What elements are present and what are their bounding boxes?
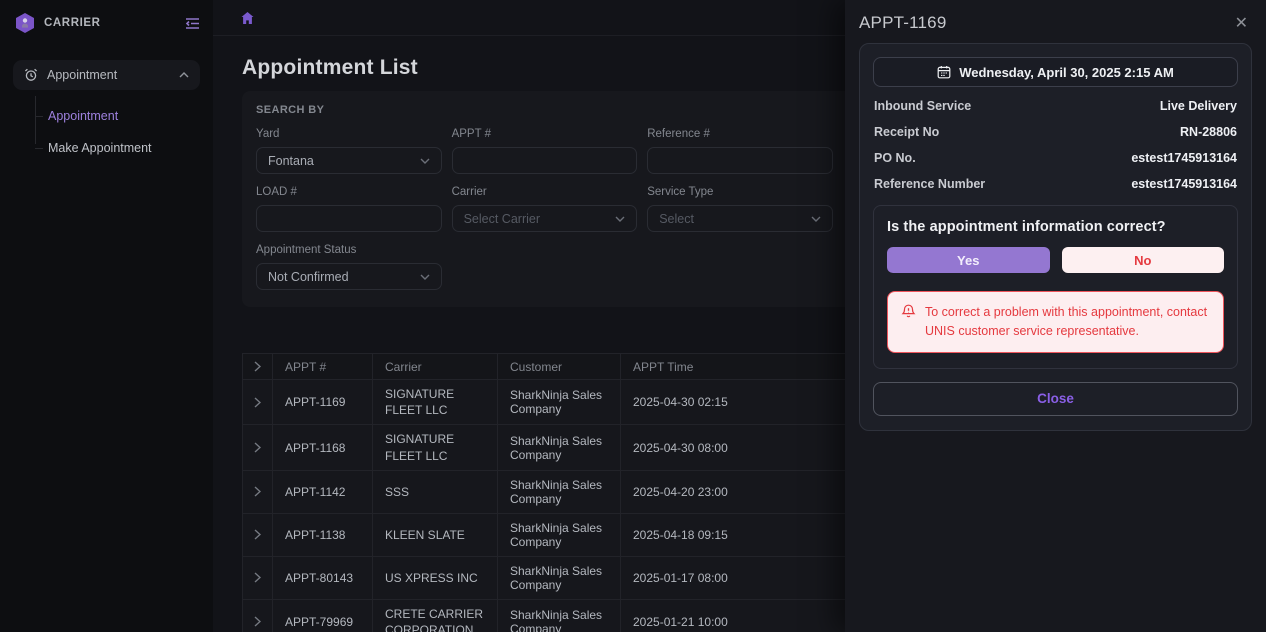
info-value: estest1745913164 bbox=[1131, 177, 1237, 191]
appointment-status-label: Appointment Status bbox=[256, 244, 442, 256]
alert-bell-icon bbox=[901, 303, 916, 319]
cell-carrier: US XPRESS INC bbox=[373, 557, 498, 600]
brand-logo: CARRIER bbox=[13, 11, 101, 35]
yes-button[interactable]: Yes bbox=[887, 247, 1050, 273]
cell-appt-number[interactable]: APPT-79969 bbox=[273, 600, 373, 632]
row-expand-chevron-icon[interactable] bbox=[243, 425, 273, 470]
load-number-label: LOAD # bbox=[256, 186, 442, 198]
cell-appt-number[interactable]: APPT-80143 bbox=[273, 557, 373, 600]
brand-name: CARRIER bbox=[44, 17, 101, 29]
appointment-detail-card: Wednesday, April 30, 2025 2:15 AM Inboun… bbox=[859, 43, 1252, 431]
info-label: Inbound Service bbox=[874, 99, 971, 113]
cell-customer: SharkNinja Sales Company bbox=[498, 557, 621, 600]
info-value: estest1745913164 bbox=[1131, 151, 1237, 165]
carrier-select[interactable]: Select Carrier bbox=[452, 205, 638, 232]
appointment-detail-drawer: APPT-1169 ✕ Wednesday, April 30, 2025 2:… bbox=[845, 0, 1266, 632]
col-appt: APPT # bbox=[273, 354, 373, 380]
appointment-datetime: Wednesday, April 30, 2025 2:15 AM bbox=[959, 65, 1174, 80]
service-type-select[interactable]: Select bbox=[647, 205, 833, 232]
appt-number-label: APPT # bbox=[452, 128, 638, 140]
home-icon[interactable] bbox=[241, 12, 254, 24]
confirmation-question: Is the appointment information correct? bbox=[887, 219, 1224, 235]
cell-appt-number[interactable]: APPT-1169 bbox=[273, 380, 373, 425]
sidebar-subitem-label: Appointment bbox=[48, 109, 118, 123]
warning-text: To correct a problem with this appointme… bbox=[925, 303, 1210, 341]
info-row: Reference Number estest1745913164 bbox=[873, 171, 1238, 197]
cell-appt-number[interactable]: APPT-1142 bbox=[273, 471, 373, 514]
yard-select[interactable]: Fontana bbox=[256, 147, 442, 174]
cell-appt-number[interactable]: APPT-1168 bbox=[273, 425, 373, 470]
sidebar-item-appointment-parent[interactable]: Appointment bbox=[13, 60, 200, 90]
appointment-status-select[interactable]: Not Confirmed bbox=[256, 263, 442, 290]
yard-label: Yard bbox=[256, 128, 442, 140]
info-row: Receipt No RN-28806 bbox=[873, 119, 1238, 145]
confirmation-box: Is the appointment information correct? … bbox=[873, 205, 1238, 369]
sidebar-submenu: Appointment Make Appointment bbox=[35, 100, 200, 164]
info-label: PO No. bbox=[874, 151, 916, 165]
row-expand-chevron-icon[interactable] bbox=[243, 514, 273, 557]
row-expand-chevron-icon[interactable] bbox=[243, 557, 273, 600]
cell-customer: SharkNinja Sales Company bbox=[498, 425, 621, 470]
cell-customer: SharkNinja Sales Company bbox=[498, 380, 621, 425]
row-expand-chevron-icon[interactable] bbox=[243, 600, 273, 632]
row-expand-chevron-icon[interactable] bbox=[243, 471, 273, 514]
info-label: Reference Number bbox=[874, 177, 985, 191]
warning-alert: To correct a problem with this appointme… bbox=[887, 291, 1224, 353]
col-customer: Customer bbox=[498, 354, 621, 380]
close-icon[interactable]: ✕ bbox=[1231, 13, 1252, 33]
close-button[interactable]: Close bbox=[873, 382, 1238, 416]
chevron-down-icon bbox=[420, 158, 430, 164]
cell-appt-number[interactable]: APPT-1138 bbox=[273, 514, 373, 557]
info-value: RN-28806 bbox=[1180, 125, 1237, 139]
sidebar-collapse-icon[interactable] bbox=[185, 17, 200, 30]
cell-customer: SharkNinja Sales Company bbox=[498, 600, 621, 632]
appointment-status-value: Not Confirmed bbox=[268, 270, 349, 284]
calendar-icon bbox=[937, 65, 951, 79]
info-row: Inbound Service Live Delivery bbox=[873, 93, 1238, 119]
carrier-hexagon-logo-icon bbox=[13, 11, 37, 35]
drawer-title: APPT-1169 bbox=[859, 13, 946, 33]
info-row: PO No. estest1745913164 bbox=[873, 145, 1238, 171]
chevron-down-icon bbox=[420, 274, 430, 280]
row-expand-chevron-icon[interactable] bbox=[243, 380, 273, 425]
load-number-input[interactable] bbox=[256, 205, 442, 232]
info-label: Receipt No bbox=[874, 125, 939, 139]
cell-carrier: SSS bbox=[373, 471, 498, 514]
no-button[interactable]: No bbox=[1062, 247, 1225, 273]
appointment-datetime-button[interactable]: Wednesday, April 30, 2025 2:15 AM bbox=[873, 57, 1238, 87]
carrier-label: Carrier bbox=[452, 186, 638, 198]
chevron-down-icon bbox=[811, 216, 821, 222]
appt-number-input[interactable] bbox=[452, 147, 638, 174]
service-type-label: Service Type bbox=[647, 186, 833, 198]
reference-number-input[interactable] bbox=[647, 147, 833, 174]
cell-carrier: SIGNATURE FLEET LLC bbox=[373, 425, 498, 470]
cell-carrier: KLEEN SLATE bbox=[373, 514, 498, 557]
sidebar-item-label: Appointment bbox=[47, 68, 170, 82]
sidebar-subitem[interactable]: Appointment bbox=[35, 100, 200, 132]
reference-number-label: Reference # bbox=[647, 128, 833, 140]
cell-carrier: SIGNATURE FLEET LLC bbox=[373, 380, 498, 425]
sidebar: CARRIER Appointment Appointment bbox=[0, 0, 213, 632]
expand-all-chevron-icon[interactable] bbox=[243, 354, 273, 380]
chevron-down-icon bbox=[615, 216, 625, 222]
yard-value: Fontana bbox=[268, 154, 314, 168]
service-type-placeholder: Select bbox=[659, 212, 694, 226]
col-carrier: Carrier bbox=[373, 354, 498, 380]
sidebar-subitem[interactable]: Make Appointment bbox=[35, 132, 200, 164]
info-value: Live Delivery bbox=[1160, 99, 1237, 113]
carrier-placeholder: Select Carrier bbox=[464, 212, 540, 226]
appointment-info-list: Inbound Service Live Delivery Receipt No… bbox=[873, 93, 1238, 197]
cell-customer: SharkNinja Sales Company bbox=[498, 514, 621, 557]
alarm-clock-icon bbox=[24, 68, 38, 82]
sidebar-subitem-label: Make Appointment bbox=[48, 141, 152, 155]
cell-carrier: CRETE CARRIER CORPORATION bbox=[373, 600, 498, 632]
chevron-up-icon bbox=[179, 72, 189, 78]
cell-customer: SharkNinja Sales Company bbox=[498, 471, 621, 514]
